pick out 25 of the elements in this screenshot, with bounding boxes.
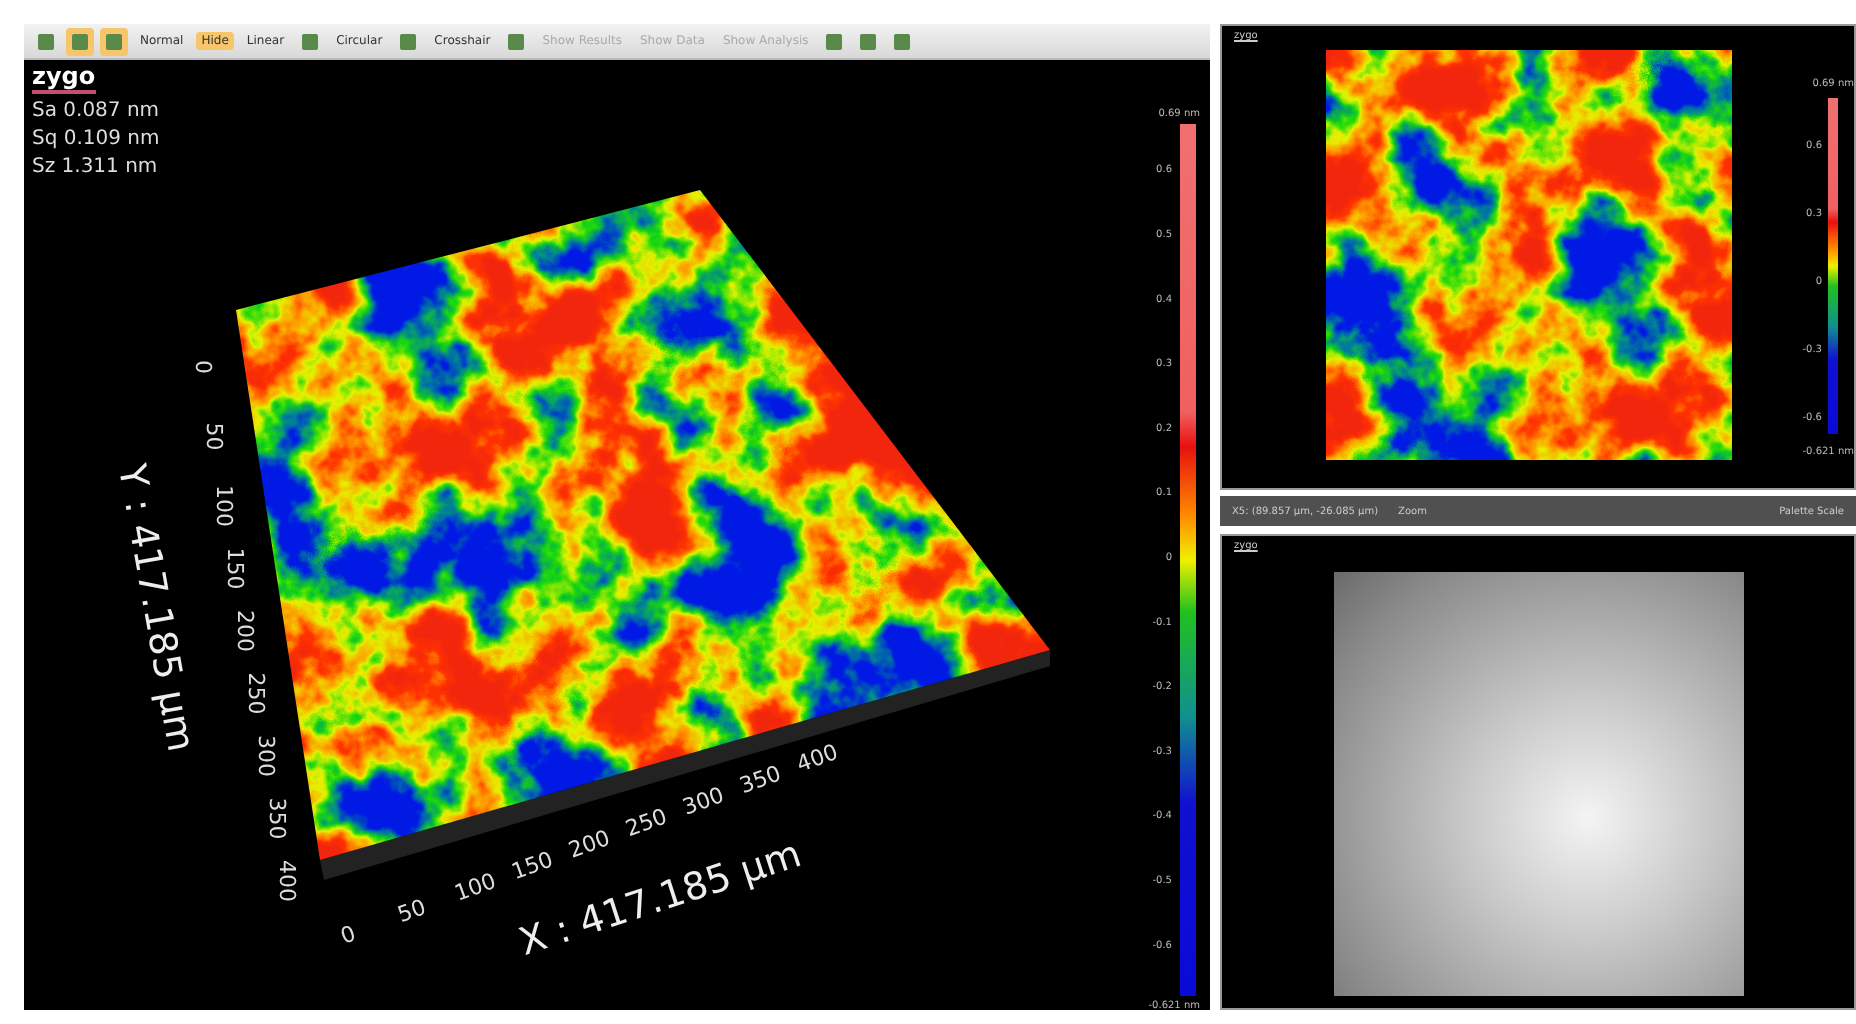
axis-tick-label: 50: [200, 422, 227, 451]
axis-tick-label: 150: [221, 547, 248, 590]
axis-tick-label: 350: [736, 760, 785, 800]
roughness-value: Sa 0.087 nm: [32, 100, 160, 123]
toolbar-icon[interactable]: [100, 27, 128, 55]
axis-tick-label: 350: [263, 797, 290, 840]
axis-tick-label: 200: [232, 610, 258, 652]
logo: zygo: [32, 64, 96, 95]
axis-tick-label: 300: [253, 735, 279, 777]
y-axis-label: Y : 417.185 µm: [108, 461, 203, 755]
axis-tick-label: 250: [622, 803, 671, 843]
axis-tick-label: 100: [211, 485, 237, 527]
axis-tick-label: 150: [508, 846, 557, 886]
axis-tick-label: 200: [565, 824, 614, 864]
axis-tick-label: 100: [451, 867, 500, 907]
axis-tick-label: 300: [679, 781, 728, 821]
axis-tick-label: 400: [274, 860, 300, 902]
axis-tick-label: 0: [337, 920, 360, 950]
axis-tick-label: 0: [190, 360, 216, 374]
toolbar-icon[interactable]: [66, 27, 94, 55]
roughness-value: Sz 1.311 nm: [32, 156, 160, 179]
axis-tick-label: 250: [242, 672, 269, 715]
axis-tick-label: 400: [793, 738, 842, 778]
roughness-value: Sq 0.109 nm: [32, 128, 160, 151]
axis-tick-label: 50: [394, 894, 430, 929]
